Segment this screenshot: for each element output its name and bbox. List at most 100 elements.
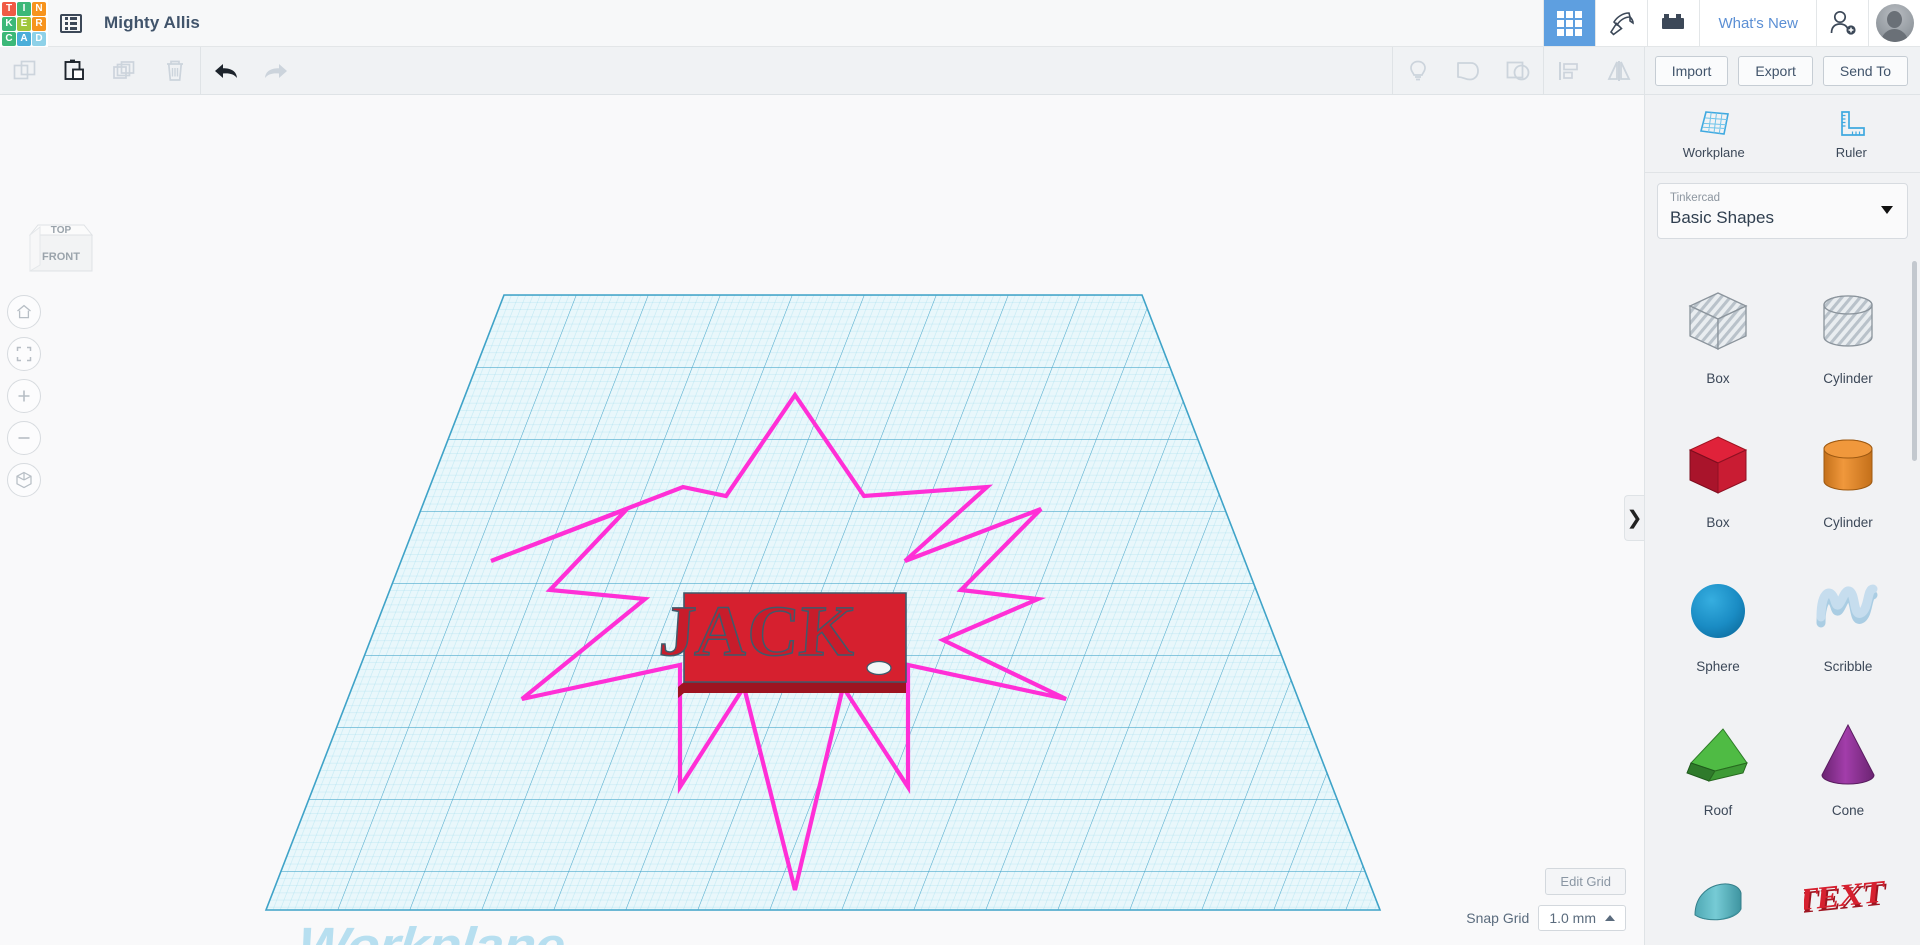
- plus-icon: [15, 387, 33, 405]
- redo-arrow-icon: [262, 58, 290, 84]
- topbar-item-blocks[interactable]: [1647, 0, 1699, 46]
- shapes-panel: Workplane Ruler Tinkercad Basic Shapes B…: [1644, 95, 1920, 945]
- undo-arrow-icon: [212, 58, 240, 84]
- export-button[interactable]: Export: [1738, 56, 1812, 86]
- fit-to-view-button[interactable]: [7, 337, 41, 371]
- chevron-right-icon: ❯: [1627, 507, 1643, 530]
- logo-tile-d: D: [32, 32, 46, 46]
- home-icon: [15, 303, 33, 321]
- align-button[interactable]: [1544, 47, 1594, 95]
- zoom-out-button[interactable]: [7, 421, 41, 455]
- shape-item-roof[interactable]: Roof: [1653, 695, 1783, 839]
- snap-grid-label: Snap Grid: [1466, 910, 1529, 926]
- document-title[interactable]: Mighty Allis: [94, 0, 200, 46]
- add-person-icon: [1828, 9, 1858, 37]
- scribble-icon: [1809, 565, 1887, 657]
- shape-item-label: Roof: [1704, 803, 1733, 818]
- topbar-item-codeblocks[interactable]: [1595, 0, 1647, 46]
- cube-perspective-icon: [14, 470, 34, 490]
- group-icon: [1454, 58, 1482, 84]
- chevron-down-icon: [1881, 206, 1893, 214]
- ortho-toggle-button[interactable]: [7, 463, 41, 497]
- nameplate-text: JACK: [657, 591, 859, 671]
- group-button[interactable]: [1443, 47, 1493, 95]
- green-roof-icon: [1679, 709, 1757, 801]
- shape-item-cylinder-solid[interactable]: Cylinder: [1783, 407, 1913, 551]
- top-bar: TINKERCAD Mighty Allis: [0, 0, 1920, 47]
- shape-item-cylinder-hole[interactable]: Cylinder: [1783, 263, 1913, 407]
- workplane-surface: [0, 175, 1644, 945]
- whats-new-link[interactable]: What's New: [1699, 0, 1816, 46]
- view-cube[interactable]: TOP FRONT: [26, 215, 96, 287]
- ungroup-button[interactable]: [1493, 47, 1543, 95]
- lightbulb-icon: [1405, 58, 1431, 84]
- ruler-icon: [1834, 108, 1868, 140]
- grid-icon: [1557, 11, 1582, 36]
- shape-library-value: Basic Shapes: [1670, 206, 1895, 229]
- shape-list[interactable]: Box Cylinder Box Cylinder Sphere Scribble Roof…: [1645, 253, 1920, 945]
- workplane-tool-label: Workplane: [1683, 145, 1745, 160]
- snap-grid-row: Snap Grid 1.0 mm: [1466, 905, 1626, 931]
- duplicate-button[interactable]: [100, 47, 150, 95]
- paste-button[interactable]: [50, 47, 100, 95]
- tinkercad-logo[interactable]: TINKERCAD: [0, 0, 48, 47]
- blue-sphere-icon: [1682, 565, 1754, 657]
- shape-item-label: Scribble: [1824, 659, 1873, 674]
- import-button[interactable]: Import: [1655, 56, 1729, 86]
- brick-icon: [1659, 11, 1689, 35]
- snap-grid-select[interactable]: 1.0 mm: [1538, 905, 1626, 931]
- shape-library-selector[interactable]: Tinkercad Basic Shapes: [1657, 183, 1908, 239]
- orange-cylinder-icon: [1812, 421, 1884, 513]
- tinkercad-app: TINKERCAD Mighty Allis: [0, 0, 1920, 945]
- duplicate-icon: [112, 58, 138, 84]
- delete-button[interactable]: [150, 47, 200, 95]
- mirror-button[interactable]: [1594, 47, 1644, 95]
- shape-item-sphere[interactable]: Sphere: [1653, 551, 1783, 695]
- ruler-tool-label: Ruler: [1836, 145, 1867, 160]
- shape-list-scrollbar[interactable]: [1912, 261, 1917, 461]
- edit-toolbar: Import Export Send To: [0, 47, 1920, 95]
- red-box-icon: [1682, 421, 1754, 513]
- logo-tile-k: K: [2, 17, 16, 31]
- list-menu-icon: [60, 14, 82, 33]
- shape-item-scribble[interactable]: Scribble: [1783, 551, 1913, 695]
- fit-view-icon: [15, 345, 33, 363]
- shape-item-cone[interactable]: Cone: [1783, 695, 1913, 839]
- avatar: [1876, 4, 1914, 42]
- copy-icon: [12, 58, 38, 84]
- notes-button[interactable]: [1393, 47, 1443, 95]
- copy-button[interactable]: [0, 47, 50, 95]
- toolbar-divider-4: [1644, 47, 1645, 95]
- shape-item-label: Cylinder: [1823, 515, 1873, 530]
- shape-item-round-roof[interactable]: Round Roof: [1653, 839, 1783, 945]
- zoom-in-button[interactable]: [7, 379, 41, 413]
- redo-button[interactable]: [251, 47, 301, 95]
- trash-icon: [162, 58, 188, 84]
- undo-button[interactable]: [201, 47, 251, 95]
- home-view-button[interactable]: [7, 295, 41, 329]
- caret-up-icon: [1605, 915, 1615, 921]
- logo-tile-e: E: [17, 17, 31, 31]
- panel-tools: Workplane Ruler: [1645, 95, 1920, 173]
- shape-item-text[interactable]: TEXTTEXTText: [1783, 839, 1913, 945]
- top-bar-spacer: [200, 0, 1543, 46]
- purple-cone-icon: [1812, 709, 1884, 801]
- 3d-viewport[interactable]: JACK Workplane TOP FRONT: [0, 95, 1644, 945]
- send-to-button[interactable]: Send To: [1823, 56, 1908, 86]
- invite-people-button[interactable]: [1816, 0, 1868, 46]
- workplane-tool[interactable]: Workplane: [1645, 95, 1783, 172]
- shape-item-label: Box: [1706, 515, 1729, 530]
- user-avatar-button[interactable]: [1868, 0, 1920, 46]
- shape-item-box-hole[interactable]: Box: [1653, 263, 1783, 407]
- view-cube-top-label: TOP: [51, 225, 72, 236]
- edit-grid-button[interactable]: Edit Grid: [1545, 868, 1626, 895]
- project-menu-button[interactable]: [48, 0, 94, 46]
- hole-box-icon: [1682, 277, 1754, 369]
- shape-item-label: Cylinder: [1823, 371, 1873, 386]
- minus-icon: [15, 429, 33, 447]
- ruler-tool[interactable]: Ruler: [1783, 95, 1920, 172]
- topbar-item-grid-gallery[interactable]: [1543, 0, 1595, 46]
- panel-collapse-tab[interactable]: ❯: [1624, 495, 1644, 541]
- nameplate-object[interactable]: JACK: [657, 591, 906, 698]
- shape-item-box-solid[interactable]: Box: [1653, 407, 1783, 551]
